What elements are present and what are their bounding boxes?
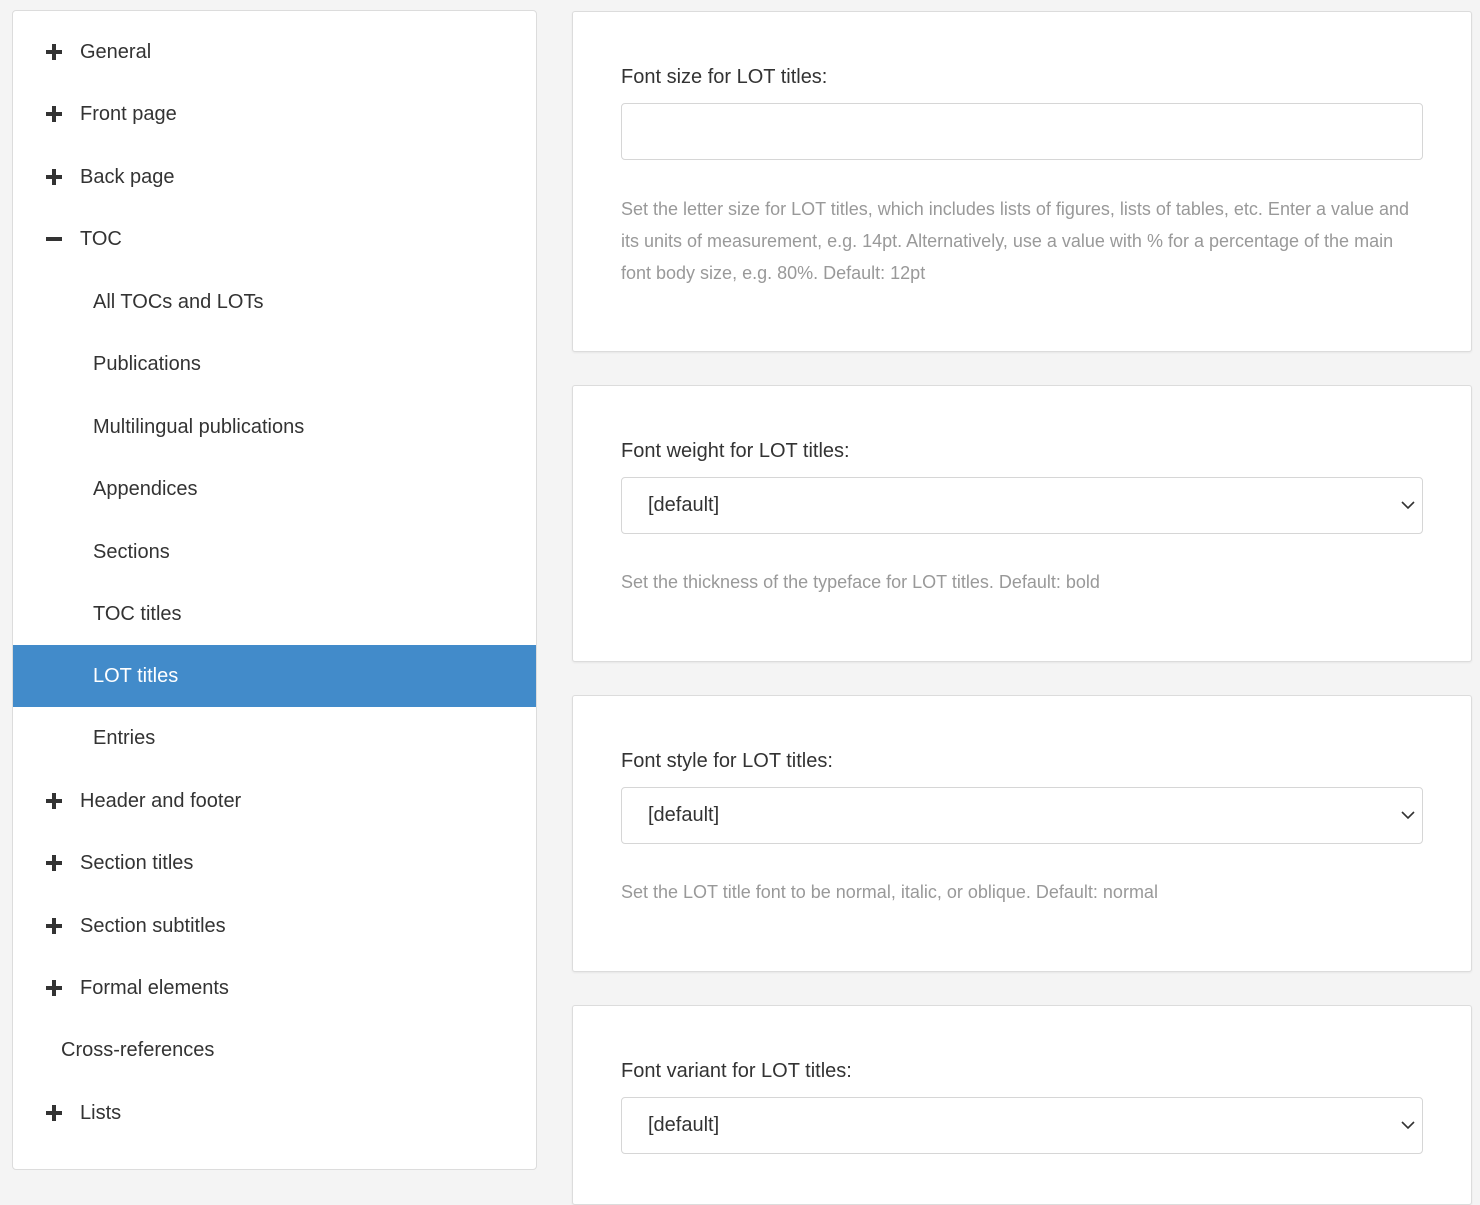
font-size-label: Font size for LOT titles: — [621, 66, 828, 88]
sidebar-item-label: TOC titles — [93, 602, 182, 625]
plus-icon[interactable] — [45, 105, 63, 123]
sidebar-item-publications[interactable]: Publications — [13, 333, 536, 395]
sidebar-item-toc[interactable]: TOC — [13, 208, 536, 270]
sidebar-item-all-tocs-and-lots[interactable]: All TOCs and LOTs — [13, 271, 536, 333]
sidebar-item-label: Formal elements — [80, 976, 229, 999]
font-style-value: [default] — [648, 804, 720, 826]
font-weight-card: Font weight for LOT titles: [default] Se… — [572, 385, 1472, 662]
font-weight-value: [default] — [648, 494, 720, 516]
sidebar-item-label: TOC — [80, 227, 122, 250]
font-size-input[interactable] — [621, 103, 1423, 160]
minus-icon[interactable] — [45, 230, 63, 248]
sidebar-item-label: Section subtitles — [80, 914, 226, 937]
sidebar-item-label: Sections — [93, 540, 170, 563]
sidebar-item-toc-titles[interactable]: TOC titles — [13, 583, 536, 645]
sidebar-item-label: Entries — [93, 726, 156, 749]
plus-icon[interactable] — [45, 43, 63, 61]
sidebar-item-general[interactable]: General — [13, 21, 536, 83]
sidebar-item-label: Publications — [93, 352, 201, 375]
sidebar-item-cross-references[interactable]: Cross-references — [13, 1019, 536, 1081]
sidebar-item-section-titles[interactable]: Section titles — [13, 832, 536, 894]
sidebar-item-back-page[interactable]: Back page — [13, 146, 536, 208]
chevron-down-icon — [1400, 807, 1416, 823]
sidebar-item-label: Section titles — [80, 851, 194, 874]
sidebar-item-appendices[interactable]: Appendices — [13, 458, 536, 520]
font-style-label: Font style for LOT titles: — [621, 750, 833, 772]
plus-icon[interactable] — [45, 854, 63, 872]
plus-icon[interactable] — [45, 792, 63, 810]
sidebar-item-lists[interactable]: Lists — [13, 1082, 536, 1144]
font-style-select[interactable]: [default] — [621, 787, 1423, 844]
plus-icon[interactable] — [45, 979, 63, 997]
sidebar-item-front-page[interactable]: Front page — [13, 83, 536, 145]
font-size-card: Font size for LOT titles: Set the letter… — [572, 11, 1472, 352]
font-weight-select[interactable]: [default] — [621, 477, 1423, 534]
sidebar-item-label: Multilingual publications — [93, 415, 305, 438]
font-style-card: Font style for LOT titles: [default] Set… — [572, 695, 1472, 972]
sidebar-item-label: Back page — [80, 165, 175, 188]
sidebar-item-label: Cross-references — [61, 1038, 215, 1061]
sidebar-item-label: General — [80, 40, 152, 63]
chevron-down-icon — [1400, 1117, 1416, 1133]
sidebar-item-label: Appendices — [93, 477, 198, 500]
sidebar-item-label: Header and footer — [80, 789, 242, 812]
font-weight-help: Set the thickness of the typeface for LO… — [621, 572, 1100, 592]
font-variant-card: Font variant for LOT titles: [default] — [572, 1005, 1472, 1205]
sidebar-item-header-and-footer[interactable]: Header and footer — [13, 770, 536, 832]
chevron-down-icon — [1400, 497, 1416, 513]
font-variant-value: [default] — [648, 1114, 720, 1136]
sidebar-item-entries[interactable]: Entries — [13, 707, 536, 769]
plus-icon[interactable] — [45, 168, 63, 186]
font-variant-select[interactable]: [default] — [621, 1097, 1423, 1154]
sidebar-item-label: All TOCs and LOTs — [93, 290, 264, 313]
settings-sidebar: General Front page Back page TOC All TOC… — [12, 10, 537, 1170]
sidebar-item-label: Lists — [80, 1101, 122, 1124]
sidebar-item-label: Front page — [80, 102, 177, 125]
sidebar-item-section-subtitles[interactable]: Section subtitles — [13, 895, 536, 957]
sidebar-item-lot-titles[interactable]: LOT titles — [13, 645, 536, 707]
plus-icon[interactable] — [45, 917, 63, 935]
plus-icon[interactable] — [45, 1104, 63, 1122]
font-weight-label: Font weight for LOT titles: — [621, 440, 850, 462]
font-size-help: Set the letter size for LOT titles, whic… — [621, 199, 1410, 283]
sidebar-item-multilingual-publications[interactable]: Multilingual publications — [13, 396, 536, 458]
sidebar-item-sections[interactable]: Sections — [13, 521, 536, 583]
sidebar-item-label: LOT titles — [93, 664, 179, 687]
sidebar-item-formal-elements[interactable]: Formal elements — [13, 957, 536, 1019]
font-variant-label: Font variant for LOT titles: — [621, 1060, 852, 1082]
font-style-help: Set the LOT title font to be normal, ita… — [621, 882, 1158, 902]
